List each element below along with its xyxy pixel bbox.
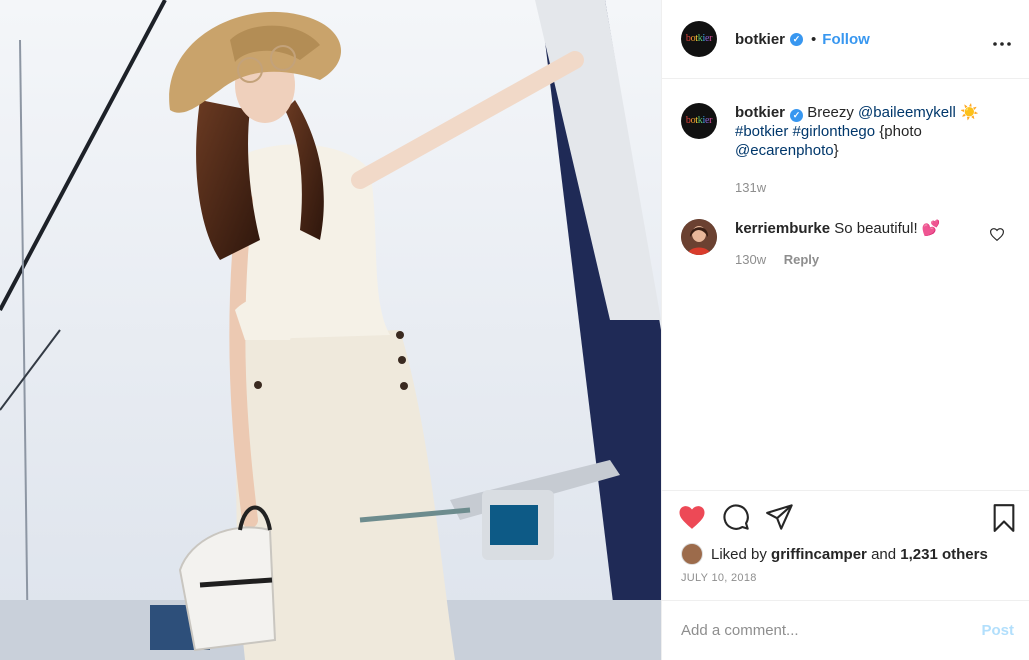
likes-prefix: Liked by bbox=[711, 545, 767, 563]
photo-woman-on-sailboat bbox=[0, 0, 661, 660]
comment-text: So beautiful! bbox=[834, 220, 918, 237]
add-comment-input[interactable] bbox=[681, 622, 982, 639]
comment-like-heart-icon[interactable] bbox=[989, 228, 1005, 245]
liker-username[interactable]: griffincamper bbox=[771, 546, 867, 563]
follow-button[interactable]: Follow bbox=[822, 31, 870, 48]
caption-username[interactable]: botkier bbox=[735, 104, 785, 121]
likes-others-count[interactable]: 1,231 others bbox=[900, 546, 988, 563]
caption-mention[interactable]: @baileemykell bbox=[858, 104, 956, 121]
caption-mention[interactable]: @ecarenphoto bbox=[735, 142, 834, 159]
post-comment-button[interactable]: Post bbox=[981, 622, 1014, 639]
brand-logo: botkier bbox=[685, 33, 713, 44]
sun-emoji: ☀️ bbox=[959, 104, 979, 121]
caption-text: {photo bbox=[879, 123, 922, 140]
header-separator: • bbox=[811, 30, 817, 48]
comment-body: kerriemburke So beautiful! 💕 130w Reply bbox=[735, 219, 1005, 269]
post-photo[interactable] bbox=[0, 0, 661, 660]
caption: botkier botkier ✓ Breezy @baileemykell ☀️… bbox=[681, 79, 1013, 197]
brand-logo: botkier bbox=[685, 115, 713, 126]
comment-username[interactable]: kerriemburke bbox=[735, 220, 830, 237]
post-date[interactable]: JULY 10, 2018 bbox=[662, 565, 1029, 595]
add-comment-bar: Post bbox=[662, 600, 1029, 660]
comments-section: botkier botkier ✓ Breezy @baileemykell ☀️… bbox=[662, 79, 1029, 269]
liker-avatar[interactable] bbox=[681, 543, 703, 565]
likes-summary: Liked by griffincamper and 1,231 others bbox=[662, 543, 1029, 565]
post-header: botkier botkier ✓ • Follow bbox=[662, 0, 1029, 79]
caption-meta: 131w bbox=[735, 178, 1005, 197]
comment-bubble-icon[interactable] bbox=[722, 503, 750, 531]
caption-hashtag[interactable]: #girlonthego bbox=[793, 123, 876, 140]
caption-hashtag[interactable]: #botkier bbox=[735, 123, 788, 140]
more-options-icon[interactable] bbox=[993, 30, 1011, 51]
likes-and: and bbox=[871, 545, 897, 563]
commenter-avatar[interactable] bbox=[681, 219, 717, 255]
verified-badge-icon: ✓ bbox=[790, 109, 804, 122]
bookmark-save-icon[interactable] bbox=[992, 504, 1016, 536]
post-actions: Liked by griffincamper and 1,231 others … bbox=[662, 490, 1029, 595]
reply-button[interactable]: Reply bbox=[784, 252, 819, 267]
like-heart-icon[interactable] bbox=[678, 505, 706, 530]
caption-text: Breezy bbox=[807, 104, 854, 121]
author-username[interactable]: botkier bbox=[735, 31, 785, 48]
comment-item: kerriemburke So beautiful! 💕 130w Reply bbox=[681, 219, 1013, 269]
author-avatar[interactable]: botkier bbox=[681, 21, 717, 57]
comment-meta: 130w Reply bbox=[735, 250, 1005, 269]
action-icons-bar bbox=[662, 491, 1029, 543]
caption-time[interactable]: 131w bbox=[735, 180, 766, 195]
heart-emoji: 💕 bbox=[921, 220, 941, 237]
post-side-panel: botkier botkier ✓ • Follow botkier botki… bbox=[661, 0, 1029, 660]
comment-time[interactable]: 130w bbox=[735, 252, 766, 267]
verified-badge-icon: ✓ bbox=[790, 32, 804, 46]
caption-body: botkier ✓ Breezy @baileemykell ☀️ #botkie… bbox=[735, 103, 1005, 197]
caption-avatar[interactable]: botkier bbox=[681, 103, 717, 139]
caption-text: } bbox=[833, 142, 839, 159]
share-send-icon[interactable] bbox=[766, 504, 794, 530]
